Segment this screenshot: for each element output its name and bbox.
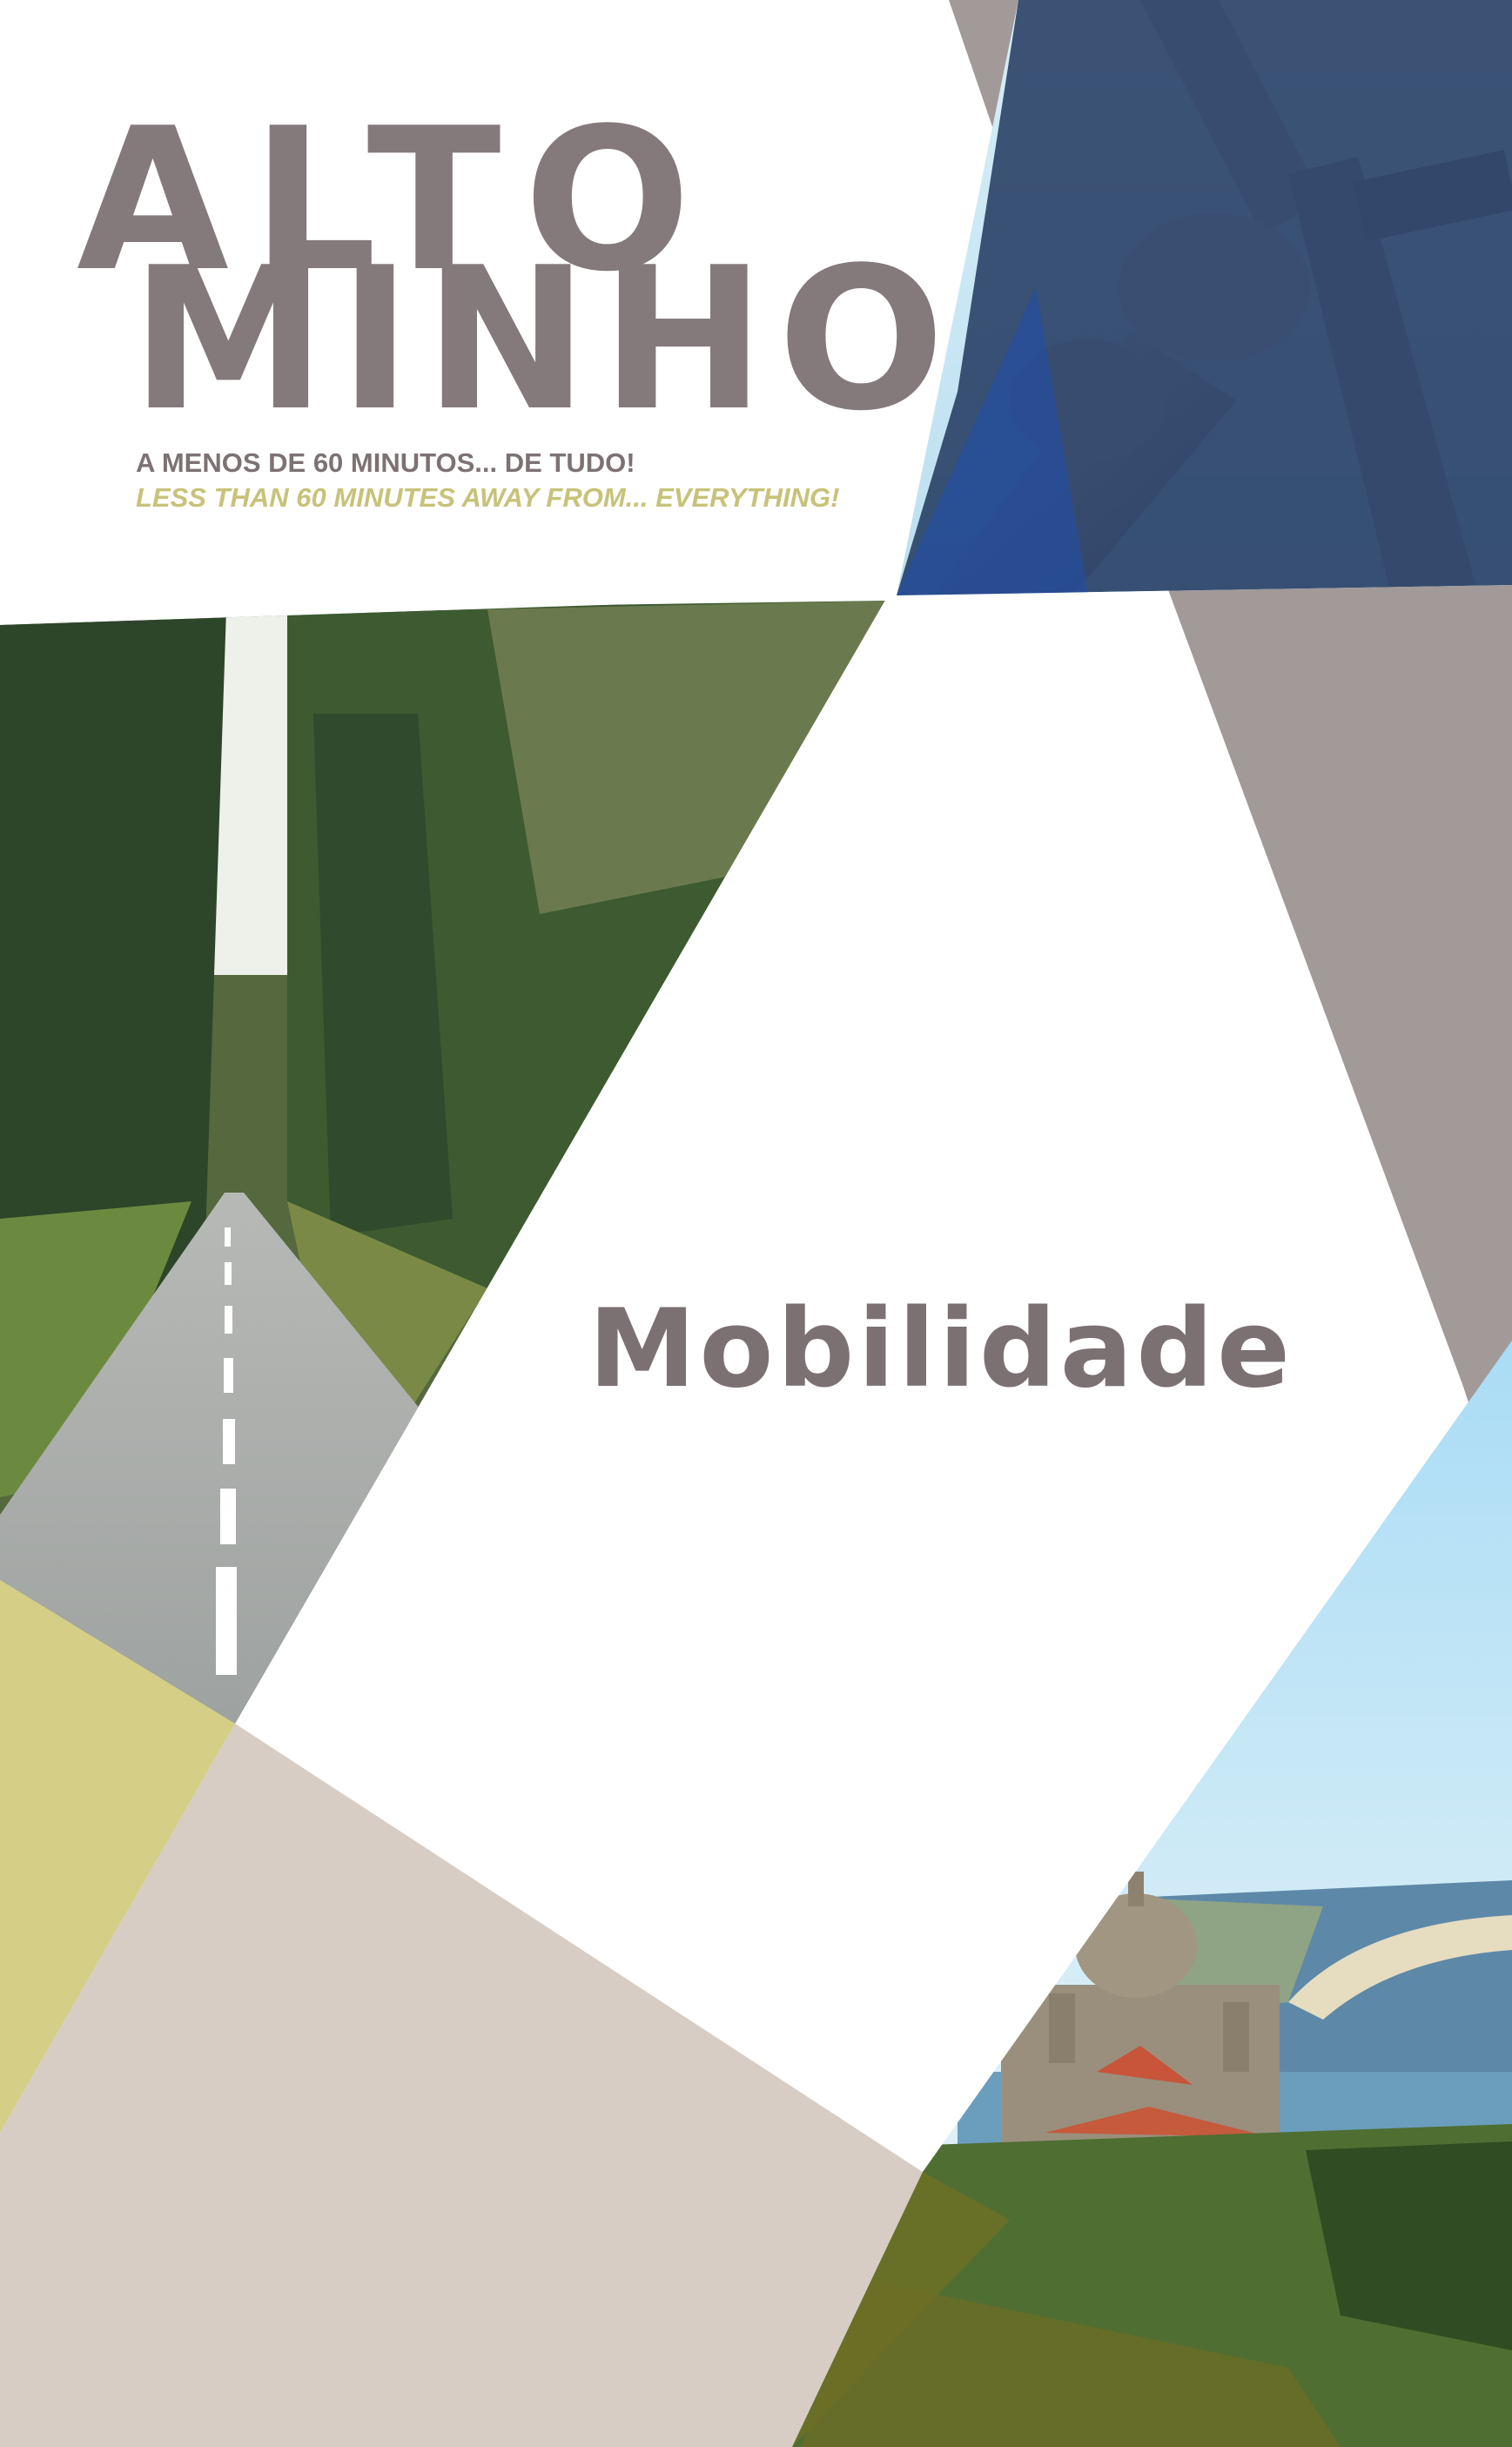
tagline-portuguese: A MENOS DE 60 MINUTOS... DE TUDO!	[136, 447, 635, 478]
santa-luzia-sanctuary-photo	[792, 1341, 1512, 2447]
brochure-cover: ALTO MINHO A MENOS DE 60 MINUTOS... DE T…	[0, 0, 1512, 2447]
logo-minho: MINHO	[131, 225, 958, 454]
wind-turbine-photo	[897, 0, 1512, 595]
tagline-english: LESS THAN 60 MINUTES AWAY FROM... EVERYT…	[136, 482, 840, 513]
forest-road-photo	[0, 601, 888, 1724]
cover-title: Mobilidade	[588, 1287, 1294, 1412]
